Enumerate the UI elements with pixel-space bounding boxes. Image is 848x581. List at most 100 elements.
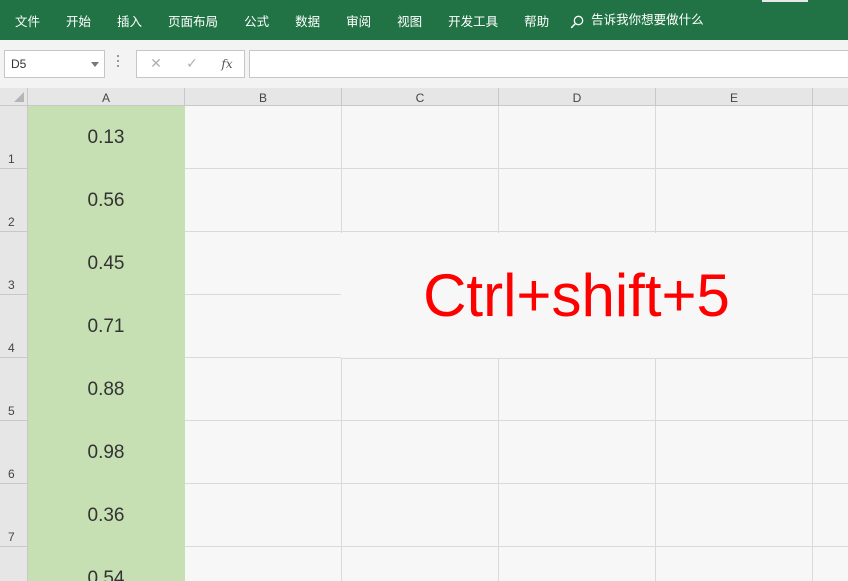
cell-b7[interactable] (185, 484, 342, 547)
cell-c6[interactable] (342, 421, 499, 484)
cell-value: 0.45 (87, 253, 125, 274)
cell-f2[interactable] (813, 169, 848, 232)
formula-bar: D5 ✕ ✓ fx (0, 40, 848, 88)
enter-icon[interactable]: ✓ (177, 51, 207, 77)
cell-d6[interactable] (499, 421, 656, 484)
column-header-f[interactable] (813, 88, 848, 106)
row-number: 7 (8, 530, 15, 544)
cell-a8[interactable]: 0.54 (28, 547, 185, 581)
shortcut-annotation: Ctrl+shift+5 (423, 262, 730, 329)
row-header-8[interactable] (0, 547, 28, 581)
tell-me-label: 告诉我你想要做什么 (591, 12, 704, 27)
cell-c5[interactable] (342, 358, 499, 421)
cell-e7[interactable] (656, 484, 813, 547)
merged-cell-c3-e4[interactable]: Ctrl+shift+5 (341, 233, 813, 359)
menu-home[interactable]: 开始 (53, 0, 104, 40)
menu-view[interactable]: 视图 (384, 0, 435, 40)
cell-f6[interactable] (813, 421, 848, 484)
cell-f7[interactable] (813, 484, 848, 547)
cell-d2[interactable] (499, 169, 656, 232)
row-header-1[interactable]: 1 (0, 106, 28, 169)
menu-page-layout[interactable]: 页面布局 (155, 0, 231, 40)
cell-a7[interactable]: 0.36 (28, 484, 185, 547)
cell-d7[interactable] (499, 484, 656, 547)
menu-file[interactable]: 文件 (0, 0, 53, 40)
cell-a4[interactable]: 0.71 (28, 295, 185, 358)
cell-a5[interactable]: 0.88 (28, 358, 185, 421)
row-number: 2 (8, 215, 15, 229)
column-header-b[interactable]: B (185, 88, 342, 106)
column-header-a[interactable]: A (28, 88, 185, 106)
menu-help[interactable]: 帮助 (511, 0, 562, 40)
column-header-e[interactable]: E (656, 88, 813, 106)
name-box[interactable]: D5 (4, 50, 105, 78)
row-header-3[interactable]: 3 (0, 232, 28, 295)
formula-buttons: ✕ ✓ fx (136, 50, 245, 78)
share-button-edge[interactable] (762, 0, 808, 2)
cell-b1[interactable] (185, 106, 342, 169)
menu-review[interactable]: 审阅 (333, 0, 384, 40)
cell-value: 0.98 (87, 442, 125, 463)
cell-c1[interactable] (342, 106, 499, 169)
worksheet-grid: A B C D E 1 0.13 2 0.56 3 0.45 4 0.71 5 0.88 6 0.98… (0, 88, 848, 581)
cell-e1[interactable] (656, 106, 813, 169)
cancel-icon[interactable]: ✕ (141, 51, 171, 77)
row-header-7[interactable]: 7 (0, 484, 28, 547)
insert-function-icon[interactable]: fx (212, 51, 242, 77)
tell-me-search[interactable]: 告诉我你想要做什么 (570, 0, 704, 40)
cell-value: 0.13 (87, 127, 125, 148)
cell-b6[interactable] (185, 421, 342, 484)
cell-f1[interactable] (813, 106, 848, 169)
menu-insert[interactable]: 插入 (104, 0, 155, 40)
select-all-triangle-icon (14, 92, 24, 102)
cell-a1[interactable]: 0.13 (28, 106, 185, 169)
cell-a2[interactable]: 0.56 (28, 169, 185, 232)
cell-d5[interactable] (499, 358, 656, 421)
cell-value: 0.88 (87, 379, 125, 400)
row-number: 6 (8, 467, 15, 481)
row-header-2[interactable]: 2 (0, 169, 28, 232)
cell-f4[interactable] (813, 295, 848, 358)
cell-b5[interactable] (185, 358, 342, 421)
cell-e5[interactable] (656, 358, 813, 421)
cell-a6[interactable]: 0.98 (28, 421, 185, 484)
menu-developer[interactable]: 开发工具 (435, 0, 511, 40)
name-box-value: D5 (11, 57, 27, 71)
cell-e8[interactable] (656, 547, 813, 581)
row-header-6[interactable]: 6 (0, 421, 28, 484)
cell-value: 0.71 (87, 316, 125, 337)
search-icon (570, 15, 584, 29)
cell-d8[interactable] (499, 547, 656, 581)
cell-e2[interactable] (656, 169, 813, 232)
column-header-c[interactable]: C (342, 88, 499, 106)
menu-formulas[interactable]: 公式 (231, 0, 282, 40)
row-number: 4 (8, 341, 15, 355)
cell-value: 0.36 (87, 505, 125, 526)
row-number: 3 (8, 278, 15, 292)
cell-b8[interactable] (185, 547, 342, 581)
cell-b4[interactable] (185, 295, 342, 358)
cell-d1[interactable] (499, 106, 656, 169)
cell-e6[interactable] (656, 421, 813, 484)
row-number: 1 (8, 152, 15, 166)
cell-value: 0.56 (87, 190, 125, 211)
drag-handle-icon[interactable] (117, 55, 120, 71)
row-header-5[interactable]: 5 (0, 358, 28, 421)
cell-c2[interactable] (342, 169, 499, 232)
cell-value: 0.54 (87, 568, 125, 581)
formula-input[interactable] (249, 50, 848, 78)
cell-f3[interactable] (813, 232, 848, 295)
chevron-down-icon[interactable] (91, 62, 99, 67)
ribbon-menu-bar: 文件 开始 插入 页面布局 公式 数据 审阅 视图 开发工具 帮助 告诉我你想要… (0, 0, 848, 40)
cell-c8[interactable] (342, 547, 499, 581)
cell-a3[interactable]: 0.45 (28, 232, 185, 295)
cell-b3[interactable] (185, 232, 342, 295)
column-header-d[interactable]: D (499, 88, 656, 106)
cell-f8[interactable] (813, 547, 848, 581)
cell-c7[interactable] (342, 484, 499, 547)
cell-b2[interactable] (185, 169, 342, 232)
cell-f5[interactable] (813, 358, 848, 421)
row-header-4[interactable]: 4 (0, 295, 28, 358)
select-all-button[interactable] (0, 88, 28, 106)
menu-data[interactable]: 数据 (282, 0, 333, 40)
